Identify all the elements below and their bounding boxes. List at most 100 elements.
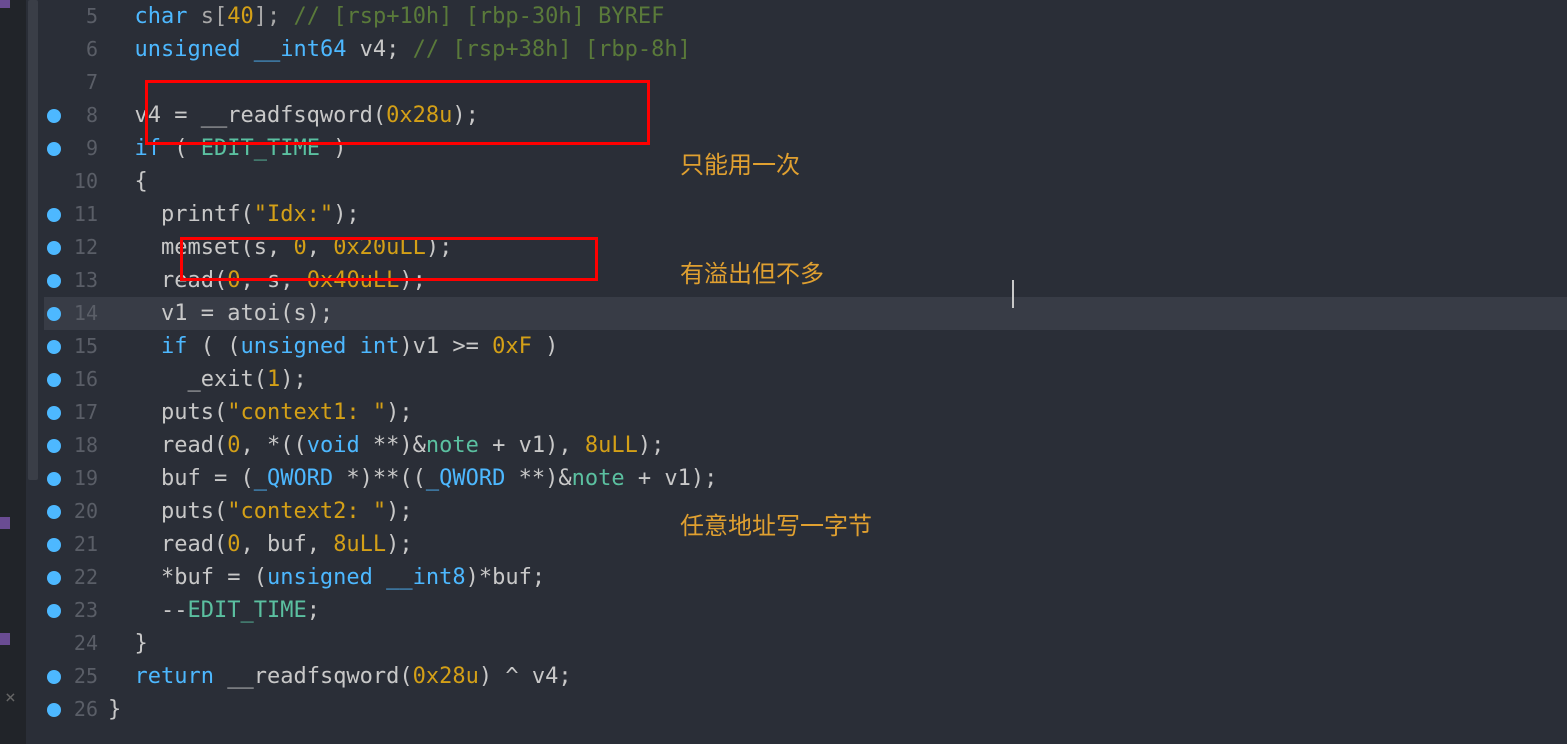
- breakpoint-gutter[interactable]: [44, 66, 68, 99]
- code-content[interactable]: char s[40]; // [rsp+10h] [rbp-30h] BYREF: [108, 0, 1567, 33]
- line-number: 21: [68, 528, 108, 561]
- breakpoint-gutter[interactable]: [44, 396, 68, 429]
- breakpoint-gutter[interactable]: [44, 330, 68, 363]
- breakpoint-dot[interactable]: [47, 142, 61, 156]
- breakpoint-gutter[interactable]: [44, 264, 68, 297]
- breakpoint-gutter[interactable]: [44, 561, 68, 594]
- breakpoint-dot[interactable]: [47, 703, 61, 717]
- breakpoint-gutter[interactable]: [44, 693, 68, 726]
- code-line[interactable]: 8 v4 = __readfsqword(0x28u);: [44, 99, 1567, 132]
- code-line[interactable]: 7: [44, 66, 1567, 99]
- line-number: 22: [68, 561, 108, 594]
- code-content[interactable]: *buf = (unsigned __int8)*buf;: [108, 561, 1567, 594]
- code-content[interactable]: if ( (unsigned int)v1 >= 0xF ): [108, 330, 1567, 363]
- code-content[interactable]: v1 = atoi(s);: [108, 297, 1567, 330]
- line-number: 6: [68, 33, 108, 66]
- code-content[interactable]: }: [108, 693, 1567, 726]
- breakpoint-dot[interactable]: [47, 538, 61, 552]
- breakpoint-dot[interactable]: [47, 472, 61, 486]
- breakpoint-dot[interactable]: [47, 571, 61, 585]
- breakpoint-gutter[interactable]: [44, 495, 68, 528]
- code-content[interactable]: puts("context1: ");: [108, 396, 1567, 429]
- breakpoint-dot[interactable]: [47, 274, 61, 288]
- code-content[interactable]: return __readfsqword(0x28u) ^ v4;: [108, 660, 1567, 693]
- breakpoint-gutter[interactable]: [44, 165, 68, 198]
- breakpoint-dot[interactable]: [47, 109, 61, 123]
- line-number: 19: [68, 462, 108, 495]
- breakpoint-dot[interactable]: [47, 406, 61, 420]
- line-number: 16: [68, 363, 108, 396]
- breakpoint-dot[interactable]: [47, 208, 61, 222]
- breakpoint-gutter[interactable]: [44, 198, 68, 231]
- breakpoint-dot[interactable]: [47, 340, 61, 354]
- breakpoint-gutter[interactable]: [44, 297, 68, 330]
- code-content[interactable]: --EDIT_TIME;: [108, 594, 1567, 627]
- code-line[interactable]: 17 puts("context1: ");: [44, 396, 1567, 429]
- code-content[interactable]: memset(s, 0, 0x20uLL);: [108, 231, 1567, 264]
- breakpoint-dot[interactable]: [47, 604, 61, 618]
- code-area[interactable]: 5 char s[40]; // [rsp+10h] [rbp-30h] BYR…: [40, 0, 1567, 744]
- breakpoint-gutter[interactable]: [44, 627, 68, 660]
- breakpoint-gutter[interactable]: [44, 528, 68, 561]
- line-number: 17: [68, 396, 108, 429]
- breakpoint-dot[interactable]: [47, 307, 61, 321]
- code-content[interactable]: buf = (_QWORD *)**((_QWORD **)&note + v1…: [108, 462, 1567, 495]
- scrollbar-gutter: [26, 0, 40, 744]
- breakpoint-gutter[interactable]: [44, 660, 68, 693]
- breakpoint-gutter[interactable]: [44, 132, 68, 165]
- breakpoint-gutter[interactable]: [44, 363, 68, 396]
- code-line[interactable]: 15 if ( (unsigned int)v1 >= 0xF ): [44, 330, 1567, 363]
- code-line[interactable]: 25 return __readfsqword(0x28u) ^ v4;: [44, 660, 1567, 693]
- annotation-text: 只能用一次: [680, 149, 800, 182]
- code-line[interactable]: 24 }: [44, 627, 1567, 660]
- breakpoint-gutter[interactable]: [44, 99, 68, 132]
- breakpoint-dot[interactable]: [47, 373, 61, 387]
- line-number: 20: [68, 495, 108, 528]
- breakpoint-gutter[interactable]: [44, 0, 68, 33]
- code-editor: × 5 char s[40]; // [rsp+10h] [rbp-30h] B…: [0, 0, 1567, 744]
- code-content[interactable]: printf("Idx:");: [108, 198, 1567, 231]
- code-line[interactable]: 26}: [44, 693, 1567, 726]
- line-number: 26: [68, 693, 108, 726]
- code-line[interactable]: 18 read(0, *((void **)&note + v1), 8uLL)…: [44, 429, 1567, 462]
- code-content[interactable]: unsigned __int64 v4; // [rsp+38h] [rbp-8…: [108, 33, 1567, 66]
- code-line[interactable]: 16 _exit(1);: [44, 363, 1567, 396]
- code-line[interactable]: 5 char s[40]; // [rsp+10h] [rbp-30h] BYR…: [44, 0, 1567, 33]
- breakpoint-dot[interactable]: [47, 670, 61, 684]
- code-line[interactable]: 9 if ( EDIT_TIME ): [44, 132, 1567, 165]
- code-content[interactable]: if ( EDIT_TIME ): [108, 132, 1567, 165]
- breakpoint-gutter[interactable]: [44, 33, 68, 66]
- breakpoint-gutter[interactable]: [44, 429, 68, 462]
- code-line[interactable]: 23 --EDIT_TIME;: [44, 594, 1567, 627]
- code-line[interactable]: 11 printf("Idx:");: [44, 198, 1567, 231]
- line-number: 8: [68, 99, 108, 132]
- line-number: 18: [68, 429, 108, 462]
- breakpoint-gutter[interactable]: [44, 462, 68, 495]
- purple-marker: [0, 633, 10, 645]
- code-content[interactable]: _exit(1);: [108, 363, 1567, 396]
- code-line[interactable]: 19 buf = (_QWORD *)**((_QWORD **)&note +…: [44, 462, 1567, 495]
- breakpoint-gutter[interactable]: [44, 594, 68, 627]
- breakpoint-dot[interactable]: [47, 241, 61, 255]
- code-content[interactable]: read(0, *((void **)&note + v1), 8uLL);: [108, 429, 1567, 462]
- code-content[interactable]: {: [108, 165, 1567, 198]
- breakpoint-dot[interactable]: [47, 505, 61, 519]
- left-sidebar: ×: [0, 0, 26, 744]
- line-number: 23: [68, 594, 108, 627]
- close-icon[interactable]: ×: [5, 681, 16, 714]
- code-line[interactable]: 14 v1 = atoi(s);: [44, 297, 1567, 330]
- line-number: 13: [68, 264, 108, 297]
- code-line[interactable]: 10 {: [44, 165, 1567, 198]
- line-number: 15: [68, 330, 108, 363]
- code-line[interactable]: 22 *buf = (unsigned __int8)*buf;: [44, 561, 1567, 594]
- code-content[interactable]: }: [108, 627, 1567, 660]
- code-content[interactable]: v4 = __readfsqword(0x28u);: [108, 99, 1567, 132]
- breakpoint-gutter[interactable]: [44, 231, 68, 264]
- breakpoint-dot[interactable]: [47, 439, 61, 453]
- scrollbar-thumb[interactable]: [28, 0, 38, 480]
- code-content[interactable]: read(0, s, 0x40uLL);: [108, 264, 1567, 297]
- line-number: 5: [68, 0, 108, 33]
- line-number: 25: [68, 660, 108, 693]
- code-line[interactable]: 6 unsigned __int64 v4; // [rsp+38h] [rbp…: [44, 33, 1567, 66]
- code-content[interactable]: [108, 66, 1567, 99]
